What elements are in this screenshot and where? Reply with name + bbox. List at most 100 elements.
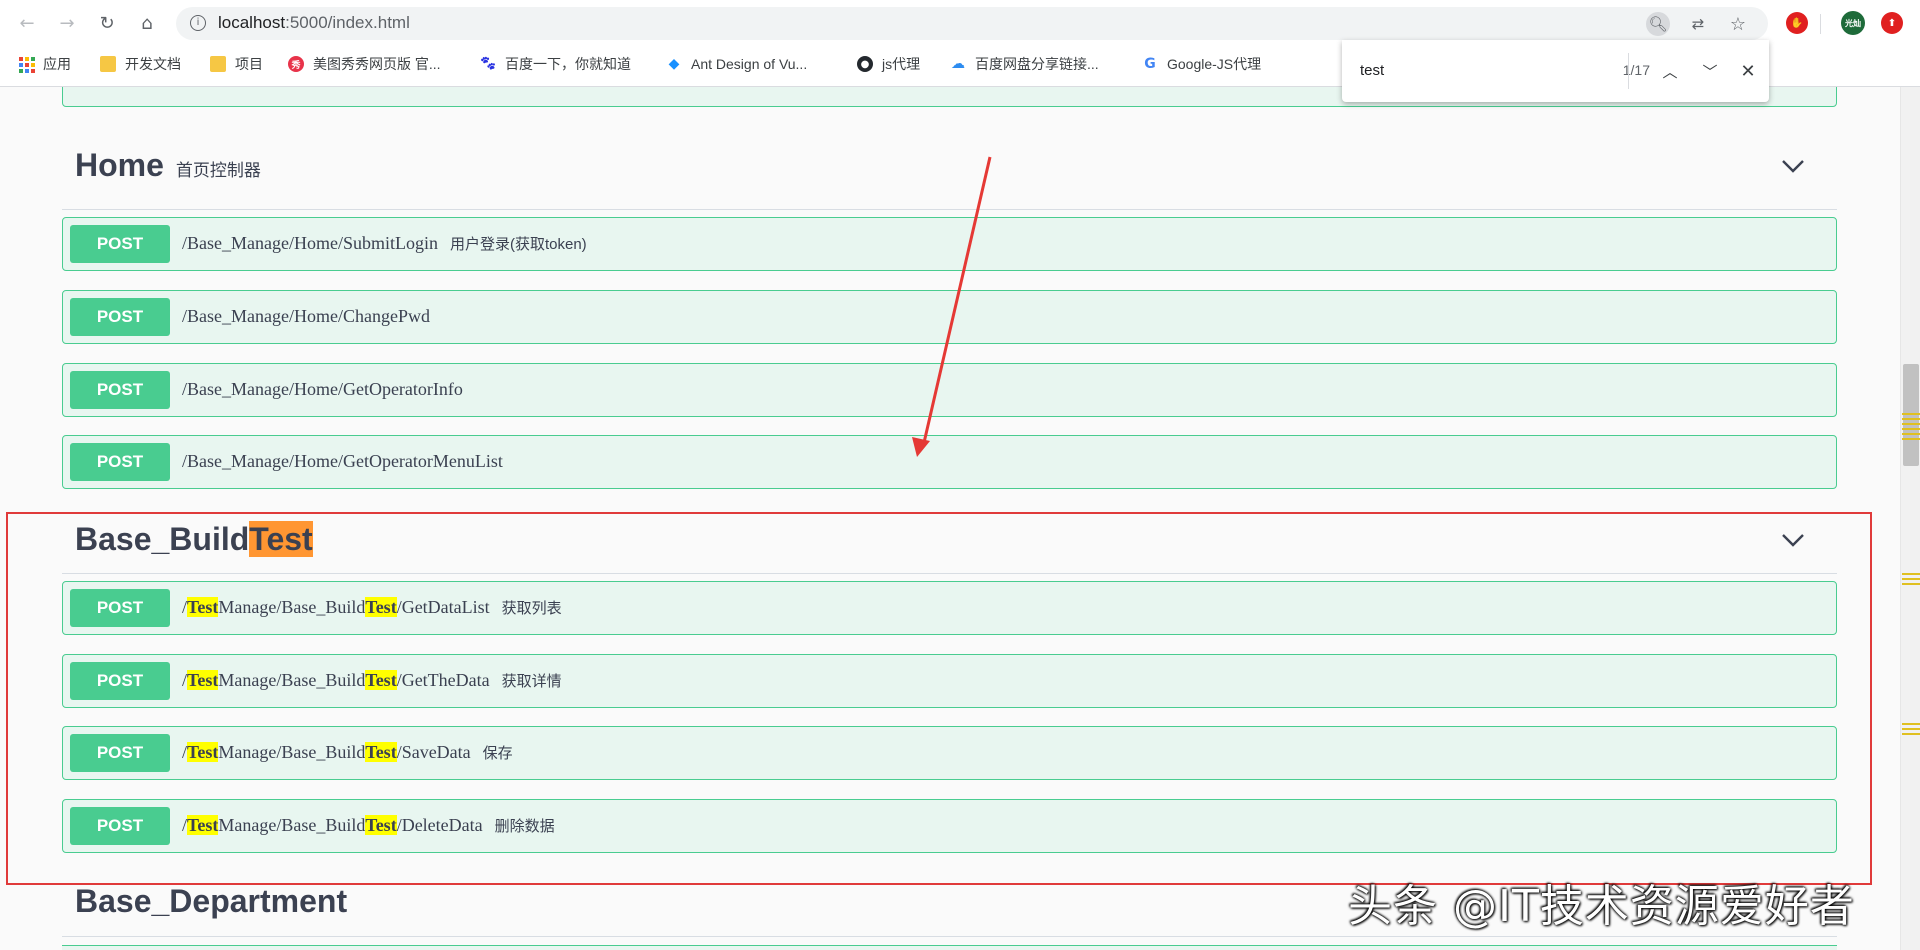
method-badge: POST — [70, 589, 170, 627]
chevron-down-icon[interactable] — [1780, 527, 1806, 553]
home-button[interactable]: ⌂ — [132, 8, 162, 38]
path-part: Manage/Base_Build — [218, 742, 366, 762]
bookmark-label: 美图秀秀网页版 官... — [313, 56, 441, 72]
find-match: Test — [365, 670, 397, 690]
bookmark-projects[interactable]: 项目 — [210, 53, 263, 75]
bookmark-meitu[interactable]: 秀 美图秀秀网页版 官... — [288, 53, 441, 75]
path-part: Manage/Base_Build — [218, 670, 366, 690]
partial-operation-below[interactable] — [62, 945, 1837, 950]
folder-icon — [100, 56, 116, 72]
bookmark-label: Google-JS代理 — [1167, 56, 1262, 72]
google-icon: G — [1144, 56, 1156, 72]
cloud-icon: ☁ — [951, 56, 965, 72]
path-text: /Base_Manage/Home/ChangePwd — [182, 306, 430, 326]
toolbar-divider — [1820, 14, 1821, 34]
operation-path: /TestManage/Base_BuildTest/GetDataList 获取… — [182, 597, 562, 618]
info-icon[interactable]: i — [190, 15, 206, 31]
section-name: Base_Department — [75, 883, 348, 919]
operation-path: /Base_Manage/Home/ChangePwd — [182, 306, 430, 327]
operation-path: /Base_Manage/Home/GetOperatorInfo — [182, 379, 463, 400]
url-path: :5000/index.html — [285, 13, 410, 32]
home-icon: ⌂ — [141, 12, 153, 34]
operation-get-data-list[interactable]: POST /TestManage/Base_BuildTest/GetDataL… — [62, 581, 1837, 635]
section-description: 首页控制器 — [175, 161, 261, 180]
reload-button[interactable]: ↻ — [92, 8, 122, 38]
profile-label: 光灿 — [1845, 18, 1861, 28]
section-divider — [62, 936, 1837, 937]
operation-path: /TestManage/Base_BuildTest/DeleteData 删除数… — [182, 815, 555, 836]
operation-delete-data[interactable]: POST /TestManage/Base_BuildTest/DeleteDa… — [62, 799, 1837, 853]
bookmark-baidu[interactable]: 🐾︎ 百度一下，你就知道 — [479, 53, 631, 75]
operation-get-operator-menu-list[interactable]: POST /Base_Manage/Home/GetOperatorMenuLi… — [62, 435, 1837, 489]
method-badge: POST — [70, 371, 170, 409]
operation-path: /Base_Manage/Home/GetOperatorMenuList — [182, 451, 503, 472]
bookmark-label: Ant Design of Vu... — [691, 56, 808, 72]
scroll-match-markers — [1902, 723, 1920, 739]
operation-change-pwd[interactable]: POST /Base_Manage/Home/ChangePwd — [62, 290, 1837, 344]
find-match: Test — [187, 815, 219, 835]
back-button[interactable]: ← — [12, 8, 42, 38]
path-part: /DeleteData — [396, 815, 483, 835]
vertical-scrollbar[interactable] — [1900, 87, 1920, 950]
github-icon: ● — [857, 56, 873, 72]
url-host: localhost — [218, 13, 286, 32]
meitu-icon: 秀 — [288, 56, 304, 72]
bookmark-label: 应用 — [43, 56, 71, 72]
bookmark-label: 项目 — [235, 56, 263, 72]
operation-path: /TestManage/Base_BuildTest/GetTheData 获取详… — [182, 670, 562, 691]
find-next-button[interactable]: ﹀ — [1696, 57, 1724, 85]
bookmark-star-icon[interactable]: ☆ — [1726, 12, 1750, 36]
operation-summary: 获取详情 — [501, 673, 562, 690]
section-title-base-buildtest[interactable]: Base_BuildTest — [75, 521, 313, 558]
method-badge: POST — [70, 807, 170, 845]
bookmark-label: js代理 — [882, 56, 921, 72]
path-part: /SaveData — [396, 742, 471, 762]
bookmark-dev-docs[interactable]: 开发文档 — [100, 53, 181, 75]
baidu-paw-icon: 🐾︎ — [479, 56, 497, 72]
chevron-up-icon: ︿ — [1662, 62, 1678, 81]
bookmark-google-js[interactable]: G Google-JS代理 — [1142, 53, 1261, 75]
section-name: Base_Build — [75, 521, 250, 557]
ant-design-icon: ◆ — [668, 56, 680, 72]
operation-get-the-data[interactable]: POST /TestManage/Base_BuildTest/GetTheDa… — [62, 654, 1837, 708]
operation-summary: 保存 — [482, 745, 513, 762]
bookmark-label: 百度一下，你就知道 — [505, 56, 631, 72]
find-close-button[interactable]: ✕ — [1734, 57, 1762, 85]
bookmark-label: 百度网盘分享链接... — [975, 56, 1099, 72]
operation-summary: 删除数据 — [494, 818, 555, 835]
url-text[interactable]: localhost:5000/index.html — [218, 13, 410, 33]
chevron-down-icon: ﹀ — [1702, 62, 1718, 81]
swagger-content: Home 首页控制器 POST /Base_Manage/Home/SubmitL… — [0, 87, 1900, 950]
operation-summary: 用户登录(获取token) — [449, 236, 587, 253]
section-title-base-department[interactable]: Base_Department — [75, 883, 347, 920]
bookmark-apps[interactable]: 应用 — [18, 53, 71, 75]
find-match-count: 1/17 — [1622, 62, 1650, 78]
path-text: /Base_Manage/Home/SubmitLogin — [182, 233, 438, 253]
find-in-page-icon[interactable]: 🔍︎ — [1646, 12, 1670, 36]
adblock-extension-icon[interactable]: ✋ — [1786, 12, 1808, 34]
scroll-match-markers — [1902, 413, 1920, 440]
bookmark-ant-design[interactable]: ◆ Ant Design of Vu... — [666, 53, 808, 75]
chevron-down-icon[interactable] — [1780, 153, 1806, 179]
section-name: Home — [75, 147, 164, 183]
section-title-home[interactable]: Home 首页控制器 — [75, 147, 261, 184]
profile-avatar[interactable]: 光灿 — [1841, 11, 1865, 35]
method-badge: POST — [70, 298, 170, 336]
find-match: Test — [187, 670, 219, 690]
back-arrow-icon: ← — [19, 12, 35, 34]
find-bar: test 1/17 ︿ ﹀ ✕ — [1342, 40, 1769, 102]
folder-icon — [210, 56, 226, 72]
operation-submit-login[interactable]: POST /Base_Manage/Home/SubmitLogin 用户登录(获… — [62, 217, 1837, 271]
operation-save-data[interactable]: POST /TestManage/Base_BuildTest/SaveData… — [62, 726, 1837, 780]
forward-button[interactable]: → — [52, 8, 82, 38]
reload-icon: ↻ — [99, 12, 115, 34]
address-bar[interactable]: i localhost:5000/index.html 🔍︎ ⇄ ☆ — [176, 7, 1768, 40]
translate-icon[interactable]: ⇄ — [1686, 12, 1710, 36]
section-divider — [62, 209, 1837, 210]
bookmark-js-proxy[interactable]: ● js代理 — [857, 53, 920, 75]
bookmark-baidu-pan[interactable]: ☁ 百度网盘分享链接... — [950, 53, 1099, 75]
find-input[interactable]: test — [1360, 62, 1560, 79]
update-icon[interactable]: ⬆ — [1881, 12, 1903, 34]
operation-get-operator-info[interactable]: POST /Base_Manage/Home/GetOperatorInfo — [62, 363, 1837, 417]
find-previous-button[interactable]: ︿ — [1656, 57, 1684, 85]
